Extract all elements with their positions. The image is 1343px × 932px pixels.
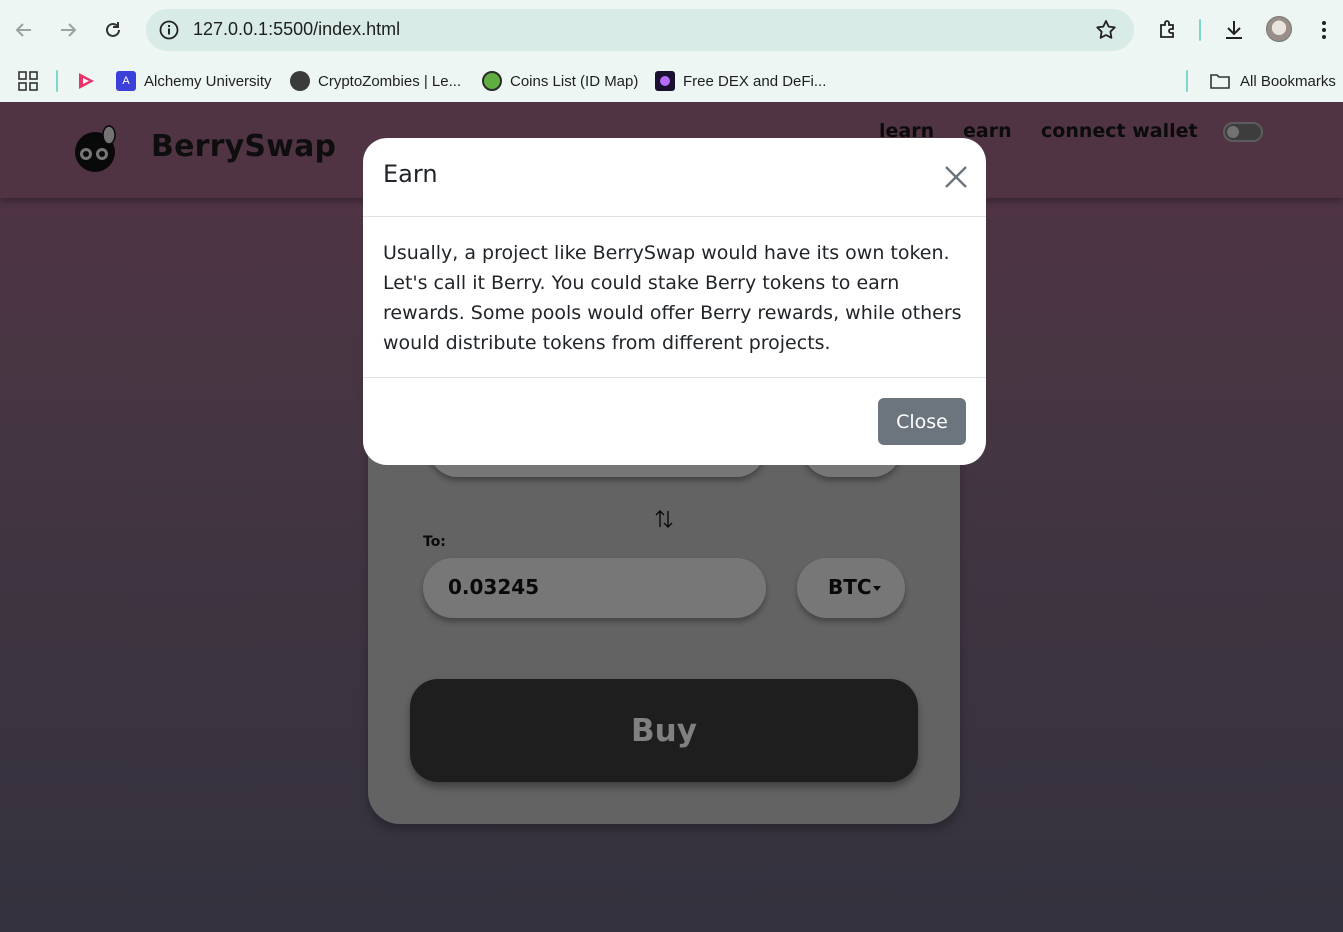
- modal-title: Earn: [383, 160, 438, 188]
- menu-button[interactable]: [1308, 14, 1340, 46]
- url-text: 127.0.0.1:5500/index.html: [193, 19, 400, 40]
- modal-body-text: Usually, a project like BerrySwap would …: [383, 242, 962, 354]
- all-bookmarks-label: All Bookmarks: [1240, 72, 1336, 90]
- address-bar[interactable]: 127.0.0.1:5500/index.html: [146, 9, 1134, 51]
- downloads-button[interactable]: [1218, 14, 1250, 46]
- bookmark-coins-list[interactable]: Coins List (ID Map): [482, 66, 638, 96]
- all-bookmarks-button[interactable]: All Bookmarks: [1209, 66, 1336, 96]
- alchemy-icon: A: [116, 71, 136, 91]
- puzzle-icon: [1160, 20, 1174, 38]
- close-icon[interactable]: [942, 163, 970, 191]
- bookmark-cryptozombies[interactable]: CryptoZombies | Le...: [290, 66, 461, 96]
- bookmark-label: CryptoZombies | Le...: [318, 72, 462, 90]
- bookmarks-bar: A Alchemy University CryptoZombies | Le.…: [0, 60, 1343, 102]
- modal-header: Earn: [363, 138, 986, 217]
- toolbar-separator: [1199, 19, 1201, 41]
- url-path: :5500/index.html: [268, 19, 401, 39]
- kebab-menu-icon: [1322, 21, 1326, 39]
- browser-toolbar: 127.0.0.1:5500/index.html: [0, 0, 1343, 60]
- back-button[interactable]: [8, 14, 40, 46]
- apps-grid-icon: [18, 71, 38, 91]
- play-logo-icon: [79, 73, 94, 89]
- extensions-button[interactable]: [1152, 14, 1184, 46]
- modal-footer: Close: [363, 377, 986, 465]
- reload-button[interactable]: [97, 14, 129, 46]
- url-host: 127.0.0.1: [193, 19, 269, 39]
- info-icon[interactable]: [158, 19, 180, 41]
- apps-button[interactable]: [18, 66, 38, 96]
- folder-icon: [1210, 74, 1230, 89]
- forward-button[interactable]: [52, 14, 84, 46]
- bookmark-media[interactable]: [75, 66, 97, 96]
- bookmark-alchemy-university[interactable]: A Alchemy University: [116, 66, 272, 96]
- earn-modal: Earn Usually, a project like BerrySwap w…: [363, 138, 986, 465]
- coingecko-icon: [482, 71, 502, 91]
- download-icon: [1226, 21, 1242, 39]
- close-button[interactable]: Close: [878, 398, 966, 445]
- globe-icon: [290, 71, 310, 91]
- profile-avatar[interactable]: [1266, 16, 1292, 42]
- bookmarks-separator: [56, 70, 58, 92]
- browser-chrome: 127.0.0.1:5500/index.html A Alchemy Univ…: [0, 0, 1343, 102]
- bookmarks-separator: [1186, 70, 1188, 92]
- star-icon[interactable]: [1094, 18, 1118, 42]
- bookmark-label: Alchemy University: [144, 72, 272, 90]
- arrow-right-icon: [61, 23, 77, 37]
- dex-icon: [655, 71, 675, 91]
- reload-icon: [106, 22, 120, 37]
- bookmark-label: Free DEX and DeFi...: [683, 72, 827, 90]
- bookmark-label: Coins List (ID Map): [510, 72, 639, 90]
- bookmark-free-dex[interactable]: Free DEX and DeFi...: [655, 66, 826, 96]
- arrow-left-icon: [15, 23, 31, 37]
